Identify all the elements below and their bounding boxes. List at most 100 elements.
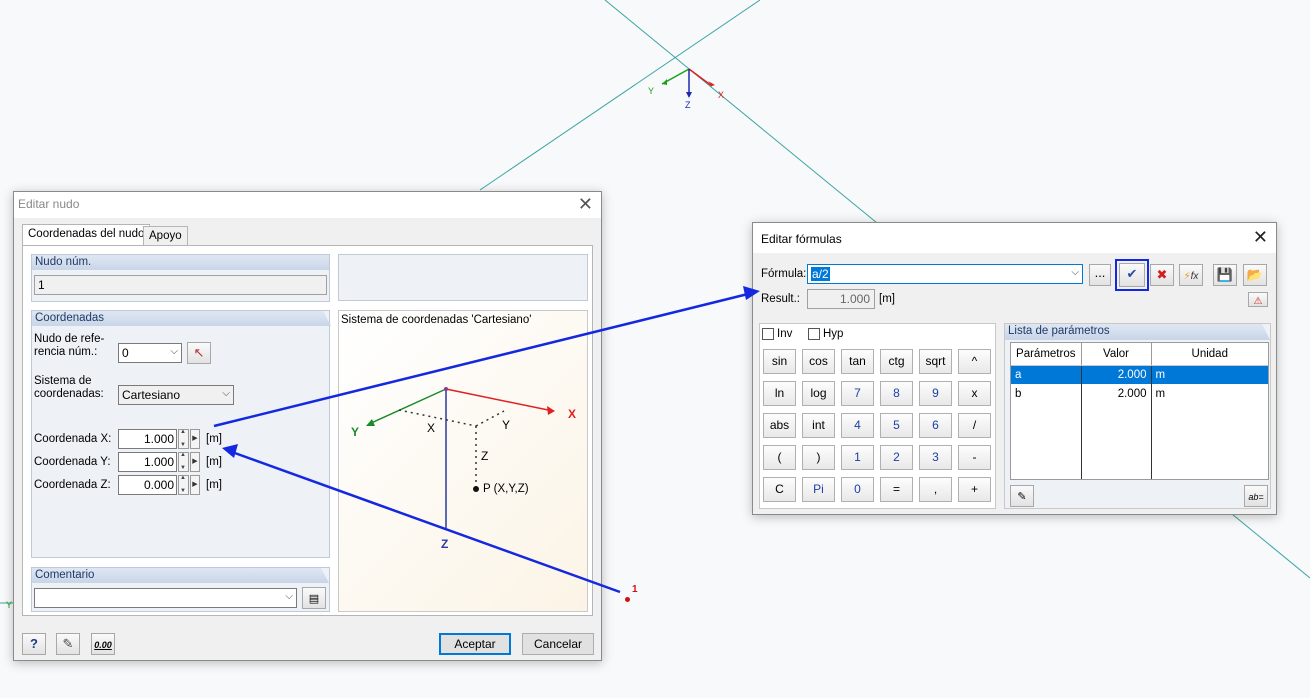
key-1[interactable]: 1 bbox=[841, 445, 874, 470]
save-button[interactable]: 💾 bbox=[1213, 264, 1237, 286]
key-log[interactable]: log bbox=[802, 381, 835, 406]
key-op[interactable]: + bbox=[958, 477, 991, 502]
key-tan[interactable]: tan bbox=[841, 349, 874, 374]
coord-z-formula-button[interactable]: ▶ bbox=[190, 475, 200, 495]
edit-params-button[interactable]: ✎ bbox=[1010, 485, 1034, 507]
edit-params-icon: ✎ bbox=[1017, 491, 1027, 503]
red-x-icon: ✖ bbox=[1156, 267, 1168, 282]
coord-y-formula-button[interactable]: ▶ bbox=[190, 452, 200, 472]
coord-y-spinner[interactable] bbox=[178, 452, 189, 472]
edit-formula-titlebar[interactable]: Editar fórmulas ✕ bbox=[753, 223, 1276, 253]
col-header-value[interactable]: Valor bbox=[1081, 343, 1152, 366]
coord-x-formula-button[interactable]: ▶ bbox=[190, 429, 200, 449]
close-icon[interactable]: ✕ bbox=[578, 194, 593, 214]
warning-button[interactable]: ⚠ bbox=[1248, 292, 1268, 307]
node-number-label: Nudo núm. bbox=[32, 255, 329, 270]
key-int[interactable]: int bbox=[802, 413, 835, 438]
function-icon-label: fx bbox=[1190, 271, 1199, 282]
comment-label: Comentario bbox=[32, 568, 329, 583]
key-op[interactable]: , bbox=[919, 477, 952, 502]
param-name: b bbox=[1011, 384, 1082, 403]
key-C[interactable]: C bbox=[763, 477, 796, 502]
comment-input[interactable]: ⌵ bbox=[34, 588, 297, 608]
key-cos[interactable]: cos bbox=[802, 349, 835, 374]
chevron-down-icon: ⌵ bbox=[170, 346, 178, 357]
param-table-container: Parámetros Valor Unidad a 2.000 m b 2.00… bbox=[1010, 342, 1269, 480]
tab-support[interactable]: Apoyo bbox=[143, 226, 188, 246]
coord-z-input[interactable]: 0.000 bbox=[118, 475, 177, 495]
comment-group: Comentario ⌵ ▤ bbox=[31, 567, 330, 612]
key-sin[interactable]: sin bbox=[763, 349, 796, 374]
warning-icon: ⚠ bbox=[1253, 296, 1263, 307]
key-9[interactable]: 9 bbox=[919, 381, 952, 406]
param-list-panel: Lista de parámetros Parámetros Valor Uni… bbox=[1004, 323, 1271, 509]
node-marker[interactable] bbox=[625, 597, 630, 602]
pick-cursor-icon: ↖ bbox=[193, 345, 205, 360]
coord-system-select[interactable]: Cartesiano ⌵ bbox=[118, 385, 234, 405]
accept-button[interactable]: Aceptar bbox=[439, 633, 511, 655]
col-header-params[interactable]: Parámetros bbox=[1011, 343, 1082, 366]
function-button[interactable]: ⚡fx bbox=[1179, 264, 1203, 286]
formula-input[interactable]: a/2 ⌵ bbox=[807, 264, 1083, 284]
checkmark-icon: ✔ bbox=[1126, 266, 1138, 281]
key-abs[interactable]: abs bbox=[763, 413, 796, 438]
key-op[interactable]: ^ bbox=[958, 349, 991, 374]
table-row[interactable]: b 2.000 m bbox=[1011, 384, 1268, 403]
key-op[interactable]: - bbox=[958, 445, 991, 470]
coord-x-input[interactable]: 1.000 bbox=[118, 429, 177, 449]
key-op[interactable]: = bbox=[880, 477, 913, 502]
col-header-unit[interactable]: Unidad bbox=[1151, 343, 1268, 366]
tab-node-coordinates[interactable]: Coordenadas del nudo bbox=[22, 224, 151, 246]
cancel-button[interactable]: Cancelar bbox=[522, 633, 594, 655]
key-op[interactable]: ) bbox=[802, 445, 835, 470]
comment-library-button[interactable]: ▤ bbox=[302, 587, 326, 609]
result-field: 1.000 bbox=[807, 289, 875, 309]
hyp-checkbox[interactable] bbox=[808, 328, 820, 340]
diagram-x-distance-label: X bbox=[427, 421, 436, 435]
edit-details-button[interactable]: ✎ bbox=[56, 633, 80, 655]
decimal-places-button[interactable]: 0.00 bbox=[91, 633, 115, 655]
apply-formula-button[interactable]: ✔ bbox=[1115, 259, 1149, 291]
calculator-panel: Inv Hyp sin cos tan ctg sqrt ^ ln log 7 8 9 x abs int… bbox=[759, 323, 996, 509]
coord-y-label: Coordenada Y: bbox=[34, 456, 111, 468]
global-z-label: Z bbox=[685, 100, 691, 110]
coord-y-input[interactable]: 1.000 bbox=[118, 452, 177, 472]
inv-checkbox[interactable] bbox=[762, 328, 774, 340]
param-value: 2.000 bbox=[1081, 365, 1152, 384]
close-icon[interactable]: ✕ bbox=[1253, 227, 1268, 247]
info-box bbox=[338, 254, 588, 301]
key-5[interactable]: 5 bbox=[880, 413, 913, 438]
open-button[interactable]: 📂 bbox=[1243, 264, 1267, 286]
key-op[interactable]: ( bbox=[763, 445, 796, 470]
key-7[interactable]: 7 bbox=[841, 381, 874, 406]
coord-z-spinner[interactable] bbox=[178, 475, 189, 495]
param-name: a bbox=[1011, 365, 1082, 384]
coord-x-spinner[interactable] bbox=[178, 429, 189, 449]
formula-more-button[interactable]: ... bbox=[1089, 264, 1111, 286]
ref-node-select[interactable]: 0 ⌵ bbox=[118, 343, 182, 363]
viewport-y-fragment: Y bbox=[6, 600, 13, 610]
key-ctg[interactable]: ctg bbox=[880, 349, 913, 374]
key-2[interactable]: 2 bbox=[880, 445, 913, 470]
key-0[interactable]: 0 bbox=[841, 477, 874, 502]
key-sqrt[interactable]: sqrt bbox=[919, 349, 952, 374]
help-button[interactable]: ? bbox=[22, 633, 46, 655]
key-Pi[interactable]: Pi bbox=[802, 477, 835, 502]
pick-node-button[interactable]: ↖ bbox=[187, 342, 211, 364]
key-3[interactable]: 3 bbox=[919, 445, 952, 470]
global-y-label: Y bbox=[648, 86, 655, 96]
key-6[interactable]: 6 bbox=[919, 413, 952, 438]
delete-formula-button[interactable]: ✖ bbox=[1150, 264, 1174, 286]
coord-system-label: Sistema de coordenadas: bbox=[34, 375, 104, 400]
key-ln[interactable]: ln bbox=[763, 381, 796, 406]
key-4[interactable]: 4 bbox=[841, 413, 874, 438]
edit-node-titlebar[interactable]: Editar nudo ✕ bbox=[14, 192, 601, 218]
key-8[interactable]: 8 bbox=[880, 381, 913, 406]
insert-param-button[interactable]: ab= bbox=[1244, 485, 1268, 507]
table-row[interactable]: a 2.000 m bbox=[1011, 365, 1268, 384]
key-x[interactable]: x bbox=[958, 381, 991, 406]
node-number-field[interactable]: 1 bbox=[34, 275, 327, 295]
node-marker-label: 1 bbox=[632, 584, 638, 595]
param-unit: m bbox=[1151, 365, 1268, 384]
key-op[interactable]: / bbox=[958, 413, 991, 438]
